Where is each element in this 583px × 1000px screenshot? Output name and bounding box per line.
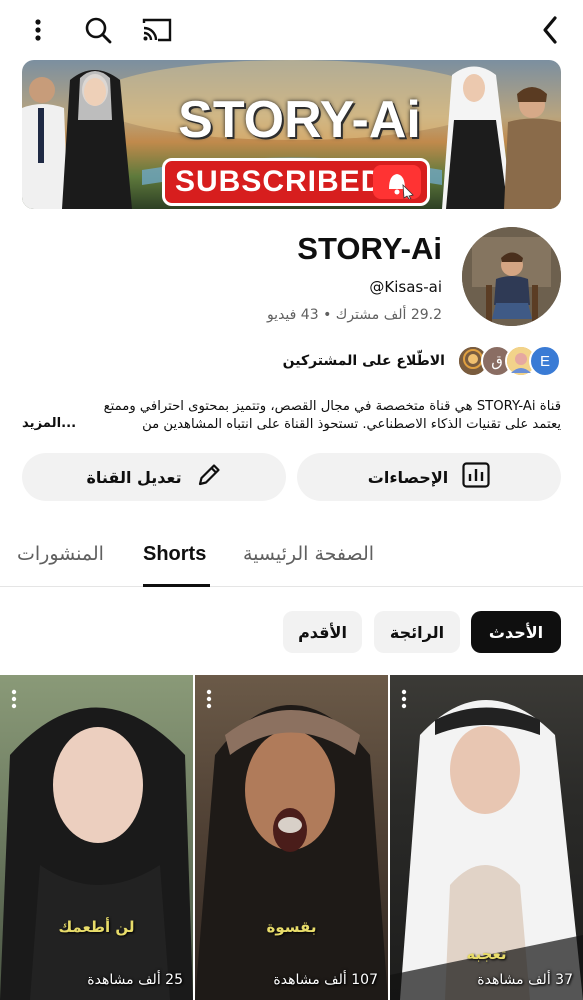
subscriber-avatars: E ق (451, 345, 561, 377)
channel-name: STORY-Ai (297, 231, 442, 266)
banner-title: STORY-Ai (178, 91, 421, 149)
view-subscribers-link[interactable]: الاطّلاع على المشتركين (283, 353, 445, 369)
search-icon[interactable] (80, 12, 116, 48)
view-subscribers-row[interactable]: E ق الاطّلاع على المشتركين (283, 345, 561, 377)
channel-stats: 29.2 ألف مشترك • 43 فيديو (267, 307, 442, 323)
short-caption: لن أطعمك (58, 918, 135, 936)
short-thumbnail[interactable]: تعجبه 37 ألف مشاهدة (390, 675, 583, 1000)
subscriber-count: 29.2 ألف مشترك (335, 307, 442, 323)
channel-avatar[interactable] (462, 227, 561, 326)
bell-icon (373, 165, 421, 200)
short-views: 25 ألف مشاهدة (87, 972, 183, 988)
banner-button-label: SUBSCRIBED (175, 165, 384, 198)
tab-home[interactable]: الصفحة الرئيسية (243, 543, 374, 565)
chip-oldest[interactable]: الأقدم (283, 611, 362, 653)
bar-chart-icon (462, 462, 490, 492)
pencil-icon (196, 462, 222, 492)
short-caption: بقسوة (266, 918, 317, 936)
short-thumbnail[interactable]: بقسوة 107 ألف مشاهدة (195, 675, 388, 1000)
top-app-bar (0, 0, 583, 60)
description-more-link[interactable]: ...المزيد (22, 416, 107, 431)
short-views: 37 ألف مشاهدة (477, 972, 573, 988)
channel-banner: STORY-Ai SUBSCRIBED (22, 60, 561, 209)
description-line-1: قناة STORY-Ai هي قناة متخصصة في مجال الق… (103, 399, 561, 414)
video-count: 43 فيديو (266, 307, 319, 323)
short-more-icon[interactable] (205, 689, 213, 713)
short-views: 107 ألف مشاهدة (273, 972, 378, 988)
stats-separator: • (323, 307, 332, 323)
active-tab-indicator (143, 584, 210, 587)
short-more-icon[interactable] (10, 689, 18, 713)
tab-shorts[interactable]: Shorts (143, 543, 206, 566)
chip-popular[interactable]: الرائجة (374, 611, 460, 653)
short-thumbnail-image (195, 705, 388, 1000)
banner-subscribed-graphic: SUBSCRIBED (162, 158, 430, 206)
channel-tabs: الصفحة الرئيسية Shorts المنشورات (0, 527, 583, 587)
channel-handle: @Kisas-ai (369, 278, 442, 296)
edit-channel-button[interactable]: تعديل القناة (22, 453, 286, 501)
edit-channel-label: تعديل القناة (86, 467, 182, 487)
short-caption: تعجبه (466, 945, 507, 963)
back-chevron-icon[interactable] (532, 12, 568, 48)
more-vert-icon[interactable] (24, 12, 52, 48)
short-more-icon[interactable] (400, 689, 408, 713)
short-thumbnail-image (0, 707, 193, 1000)
subscriber-avatar: E (529, 345, 561, 377)
stats-button[interactable]: الإحصاءات (297, 453, 561, 501)
chip-latest[interactable]: الأحدث (471, 611, 561, 653)
tab-posts[interactable]: المنشورات (17, 543, 104, 565)
cast-icon[interactable] (138, 12, 176, 48)
short-thumbnail[interactable]: لن أطعمك 25 ألف مشاهدة (0, 675, 193, 1000)
stats-button-label: الإحصاءات (367, 467, 449, 487)
